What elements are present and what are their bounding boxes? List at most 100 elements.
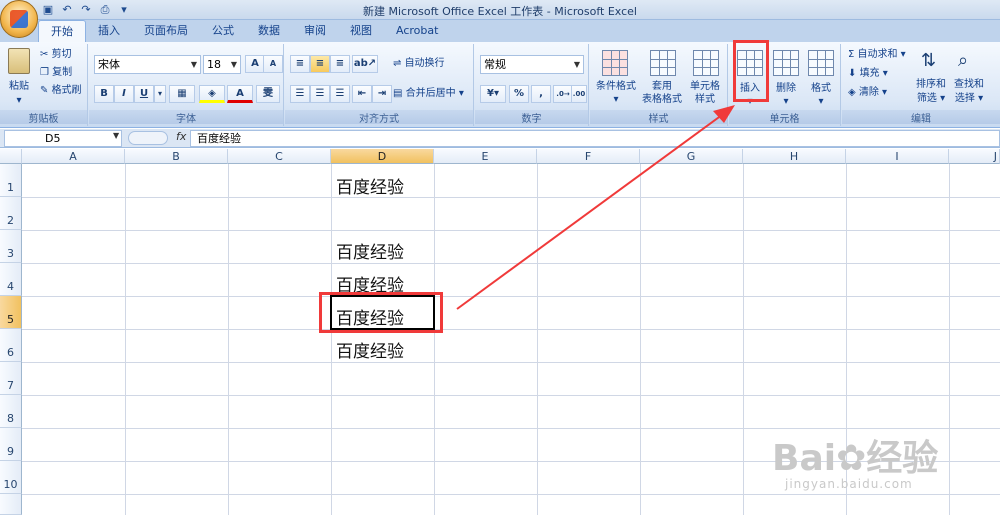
phonetic-button[interactable]: 雯	[256, 85, 280, 103]
font-color-icon[interactable]: A	[227, 85, 253, 103]
number-format-combo[interactable]: 常规 ▼	[480, 55, 584, 74]
column-header-a[interactable]: A	[22, 149, 125, 164]
cell-styles-icon[interactable]	[693, 50, 719, 76]
row-header-11[interactable]	[0, 494, 22, 515]
conditional-format-button[interactable]: 条件格式	[592, 80, 640, 93]
cell-d3[interactable]: 百度经验	[336, 238, 404, 263]
percent-button[interactable]: %	[509, 85, 529, 103]
paste-icon[interactable]	[8, 48, 30, 74]
sort-filter-line1[interactable]: 排序和	[912, 78, 950, 91]
column-header-g[interactable]: G	[640, 149, 743, 164]
font-name-combo[interactable]: 宋体 ▼	[94, 55, 201, 74]
format-cells-icon[interactable]	[808, 50, 834, 76]
format-painter-button[interactable]: ✎ 格式刷	[40, 84, 82, 98]
underline-dropdown-icon[interactable]: ▾	[154, 85, 166, 103]
column-header-i[interactable]: I	[846, 149, 949, 164]
paste-button[interactable]: 粘贴	[4, 80, 34, 93]
format-as-table-line2[interactable]: 表格格式	[638, 93, 686, 106]
wrap-text-button[interactable]: ⇌ 自动换行	[393, 57, 445, 71]
underline-button[interactable]: U	[134, 85, 154, 103]
tab-acrobat[interactable]: Acrobat	[384, 20, 450, 42]
column-header-d[interactable]: D	[331, 149, 434, 164]
formula-input[interactable]: 百度经验	[190, 130, 1000, 147]
conditional-format-icon[interactable]	[602, 50, 628, 76]
bold-button[interactable]: B	[94, 85, 114, 103]
column-header-j[interactable]: J	[949, 149, 1000, 164]
cell-d1[interactable]: 百度经验	[336, 173, 404, 198]
align-bottom-icon[interactable]: ≡	[330, 55, 350, 73]
format-dropdown-icon[interactable]: ▾	[804, 95, 838, 108]
find-select-line2[interactable]: 选择 ▾	[948, 92, 990, 105]
align-center-icon[interactable]: ☰	[310, 85, 330, 103]
increase-decimal-icon[interactable]: .0→	[553, 85, 573, 103]
row-header-1[interactable]: 1	[0, 164, 22, 197]
shrink-font-button[interactable]: A	[263, 55, 283, 73]
conditional-format-dropdown-icon[interactable]: ▾	[592, 93, 640, 106]
italic-button[interactable]: I	[114, 85, 134, 103]
column-header-h[interactable]: H	[743, 149, 846, 164]
cell-styles-line1[interactable]: 单元格	[683, 80, 727, 93]
row-header-5[interactable]: 5	[0, 296, 22, 329]
delete-cells-icon[interactable]	[773, 50, 799, 76]
delete-dropdown-icon[interactable]: ▾	[769, 95, 803, 108]
column-header-c[interactable]: C	[228, 149, 331, 164]
align-top-icon[interactable]: ≡	[290, 55, 310, 73]
sort-filter-line2[interactable]: 筛选 ▾	[912, 92, 950, 105]
orientation-icon[interactable]: ab↗	[352, 55, 378, 73]
format-as-table-line1[interactable]: 套用	[638, 80, 686, 93]
fill-button[interactable]: ⬇ 填充 ▾	[848, 67, 888, 81]
delete-cells-button[interactable]: 删除	[769, 82, 803, 95]
tab-insert[interactable]: 插入	[86, 20, 132, 42]
merge-center-button[interactable]: ▤ 合并后居中 ▾	[393, 87, 464, 101]
currency-icon[interactable]: ¥▾	[480, 85, 506, 103]
row-header-8[interactable]: 8	[0, 395, 22, 428]
format-cells-button[interactable]: 格式	[804, 82, 838, 95]
row-header-2[interactable]: 2	[0, 197, 22, 230]
autosum-button[interactable]: Σ 自动求和 ▾	[848, 48, 906, 62]
row-header-3[interactable]: 3	[0, 230, 22, 263]
worksheet-grid[interactable]: A B C D E F G H I J 1 2 3 4 5 6 7 8 9 10…	[0, 149, 1000, 515]
namebox-dropdown-icon[interactable]: ▼	[113, 131, 119, 140]
cut-button[interactable]: ✂ 剪切	[40, 48, 72, 62]
decrease-indent-icon[interactable]: ⇤	[352, 85, 372, 103]
font-size-combo[interactable]: 18 ▼	[203, 55, 241, 74]
copy-button[interactable]: ❐ 复制	[40, 66, 72, 80]
cell-styles-line2[interactable]: 样式	[683, 93, 727, 106]
column-header-f[interactable]: F	[537, 149, 640, 164]
find-select-line1[interactable]: 查找和	[948, 78, 990, 91]
grow-font-button[interactable]: A	[245, 55, 265, 73]
align-right-icon[interactable]: ☰	[330, 85, 350, 103]
increase-indent-icon[interactable]: ⇥	[372, 85, 392, 103]
insert-function-icon[interactable]: fx	[176, 130, 186, 143]
office-button[interactable]	[0, 0, 38, 38]
find-select-icon[interactable]: ⌕	[958, 50, 982, 74]
column-header-e[interactable]: E	[434, 149, 537, 164]
decrease-decimal-icon[interactable]: .00	[571, 85, 587, 103]
column-header-b[interactable]: B	[125, 149, 228, 164]
row-header-7[interactable]: 7	[0, 362, 22, 395]
row-header-4[interactable]: 4	[0, 263, 22, 296]
borders-icon[interactable]: ▦	[169, 85, 195, 103]
align-left-icon[interactable]: ☰	[290, 85, 310, 103]
row-header-6[interactable]: 6	[0, 329, 22, 362]
clear-button[interactable]: ◈ 清除 ▾	[848, 86, 887, 100]
format-as-table-icon[interactable]	[650, 50, 676, 76]
tab-data[interactable]: 数据	[246, 20, 292, 42]
tab-formulas[interactable]: 公式	[200, 20, 246, 42]
tab-review[interactable]: 审阅	[292, 20, 338, 42]
fill-color-icon[interactable]: ◈	[199, 85, 225, 103]
formula-bar-handle-icon[interactable]	[128, 131, 168, 145]
select-all-corner[interactable]	[0, 149, 22, 164]
cell-d6[interactable]: 百度经验	[336, 337, 404, 362]
row-header-9[interactable]: 9	[0, 428, 22, 461]
comma-button[interactable]: ,	[531, 85, 551, 103]
row-header-10[interactable]: 10	[0, 461, 22, 494]
paste-dropdown-icon[interactable]: ▾	[4, 94, 34, 107]
align-middle-icon[interactable]: ≡	[310, 55, 330, 73]
tab-home[interactable]: 开始	[38, 20, 86, 42]
name-box[interactable]: D5	[4, 130, 122, 147]
tab-view[interactable]: 视图	[338, 20, 384, 42]
tab-page-layout[interactable]: 页面布局	[132, 20, 200, 42]
sort-filter-icon[interactable]: ⇅	[921, 50, 945, 74]
grid-line	[949, 164, 950, 515]
